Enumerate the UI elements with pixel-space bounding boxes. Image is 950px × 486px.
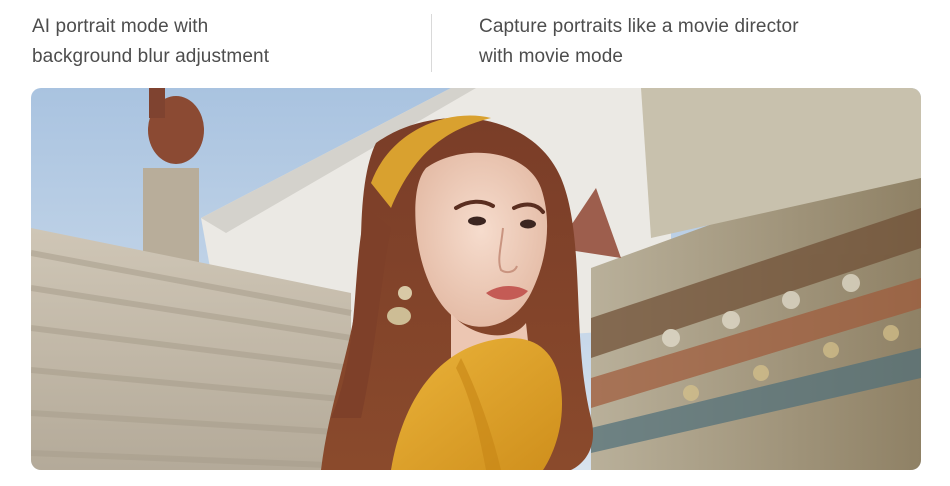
feature-divider xyxy=(431,14,432,72)
pillar xyxy=(143,168,199,263)
earring xyxy=(398,286,412,300)
portrait-photo xyxy=(31,88,921,470)
feature-movie-mode: Capture portraits like a movie director … xyxy=(479,16,799,67)
feature-header: AI portrait mode with background blur ad… xyxy=(0,0,950,88)
portrait-photo-illustration xyxy=(31,88,921,470)
right-eye xyxy=(520,219,536,229)
feature-portrait-blur: AI portrait mode with background blur ad… xyxy=(32,16,270,67)
left-eye xyxy=(468,216,486,226)
